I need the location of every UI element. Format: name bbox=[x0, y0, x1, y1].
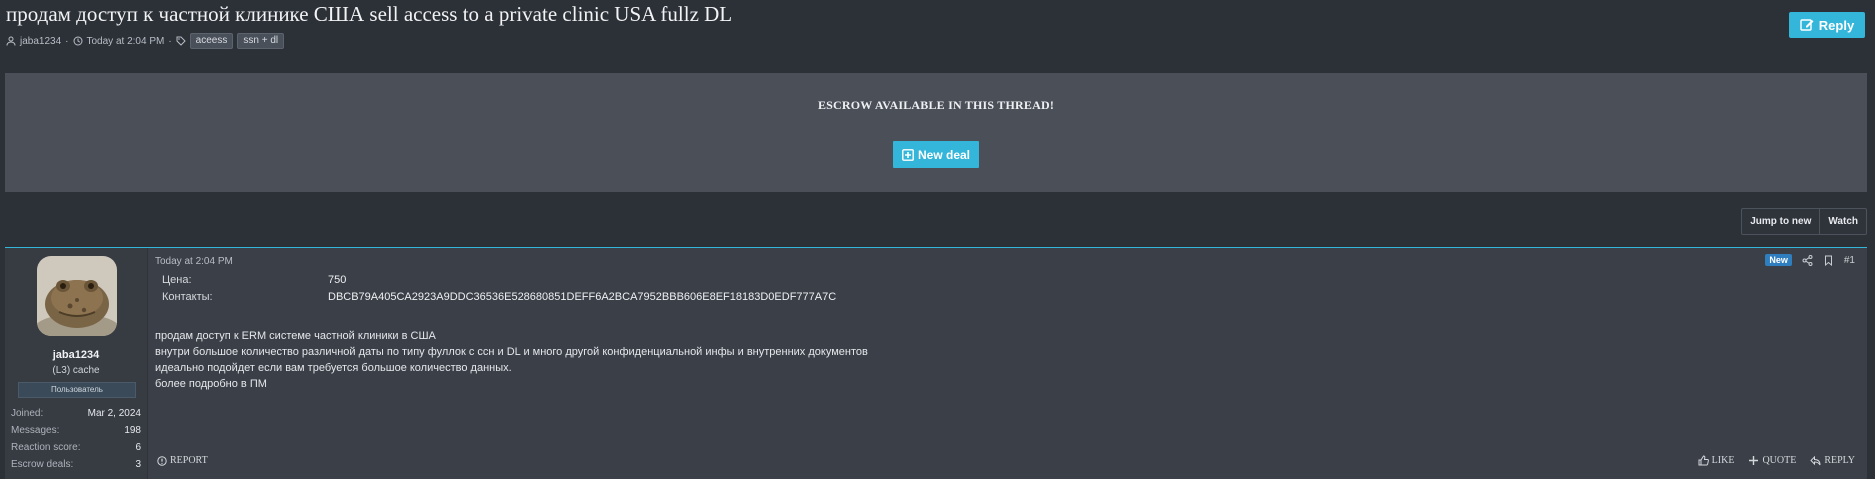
post-body-line: более подробно в ПМ bbox=[155, 378, 267, 390]
jump-to-new-button[interactable]: Jump to new bbox=[1742, 209, 1819, 234]
stat-messages: Messages: 198 bbox=[11, 425, 141, 442]
user-title: (L3) cache bbox=[52, 365, 100, 376]
alert-circle-icon bbox=[157, 455, 167, 466]
new-badge: New bbox=[1765, 254, 1792, 266]
post-bottom-actions: LIKE QUOTE REPLY bbox=[1698, 455, 1855, 466]
watch-button[interactable]: Watch bbox=[1819, 209, 1866, 234]
plus-square-icon bbox=[902, 148, 914, 161]
stat-label: Escrow deals: bbox=[11, 459, 74, 470]
like-button[interactable]: LIKE bbox=[1698, 455, 1735, 466]
username[interactable]: jaba1234 bbox=[5, 349, 147, 361]
post-number[interactable]: #1 bbox=[1844, 255, 1855, 266]
thumbs-up-icon bbox=[1698, 455, 1709, 466]
post-time[interactable]: Today at 2:04 PM bbox=[155, 256, 233, 267]
tags-icon bbox=[176, 36, 186, 46]
thread-title: продам доступ к частной клинике США sell… bbox=[6, 2, 733, 26]
stat-joined: Joined: Mar 2, 2024 bbox=[11, 408, 141, 425]
field-label: Контакты: bbox=[162, 291, 213, 303]
post-body-line: внутри большое количество различной даты… bbox=[155, 346, 868, 358]
new-deal-label: New deal bbox=[917, 147, 971, 162]
user-icon bbox=[6, 36, 16, 46]
stat-label: Reaction score: bbox=[11, 442, 81, 453]
field-value: DBCB79A405CA2923A9DDC36536E528680851DEFF… bbox=[328, 291, 837, 303]
post-top-actions: New #1 bbox=[1765, 254, 1855, 266]
thread-meta: jaba1234 · Today at 2:04 PM · aceess ssn… bbox=[6, 33, 285, 49]
user-group-badge: Пользователь bbox=[18, 382, 136, 398]
reply-button[interactable]: Reply bbox=[1789, 12, 1865, 38]
thread-author[interactable]: jaba1234 bbox=[20, 36, 61, 47]
clock-icon bbox=[73, 36, 82, 46]
stat-escrow-deals: Escrow deals: 3 bbox=[11, 459, 141, 476]
field-value: 750 bbox=[328, 274, 347, 286]
meta-separator: · bbox=[65, 35, 69, 47]
stat-reaction-score: Reaction score: 6 bbox=[11, 442, 141, 459]
custom-fields: Цена: 750 Контакты: DBCB79A405CA2923A9DDC3… bbox=[162, 274, 836, 308]
report-label: REPORT bbox=[170, 455, 208, 466]
stat-label: Joined: bbox=[11, 408, 44, 419]
escrow-banner: ESCROW AVAILABLE IN THIS THREAD! New dea… bbox=[5, 73, 1867, 192]
field-price: Цена: 750 bbox=[162, 274, 836, 291]
field-contacts: Контакты: DBCB79A405CA2923A9DDC36536E5286… bbox=[162, 291, 836, 308]
quote-label: QUOTE bbox=[1762, 455, 1797, 466]
stat-value: 6 bbox=[135, 442, 141, 453]
like-label: LIKE bbox=[1711, 455, 1735, 466]
post-body-line: продам доступ к ERM системе частной клин… bbox=[155, 330, 436, 342]
post-body-line: идеально подойдет если вам требуется бол… bbox=[155, 362, 512, 374]
meta-separator: · bbox=[168, 35, 172, 47]
report-button[interactable]: REPORT bbox=[157, 455, 208, 466]
bookmark-icon[interactable] bbox=[1823, 255, 1834, 266]
stat-label: Messages: bbox=[11, 425, 60, 436]
reply-button-label: Reply bbox=[1818, 17, 1855, 33]
tag-item[interactable]: ssn + dl bbox=[237, 33, 285, 49]
thread-time: Today at 2:04 PM bbox=[86, 35, 165, 47]
user-sidebar: jaba1234 (L3) cache Пользователь Joined:… bbox=[5, 248, 148, 479]
post-body: продам доступ к ERM системе частной клин… bbox=[155, 328, 868, 392]
thread-controls: Jump to new Watch bbox=[1741, 208, 1867, 235]
post-reply-button[interactable]: REPLY bbox=[1810, 455, 1855, 466]
escrow-text: ESCROW AVAILABLE IN THIS THREAD! bbox=[817, 98, 1055, 112]
post-reply-label: REPLY bbox=[1824, 455, 1855, 466]
toad-avatar-image bbox=[37, 256, 117, 336]
post-content: Today at 2:04 PM New #1 Цена: 750 Контакт… bbox=[155, 248, 1867, 479]
new-deal-button[interactable]: New deal bbox=[893, 141, 979, 168]
plus-icon bbox=[1749, 456, 1759, 465]
field-label: Цена: bbox=[162, 274, 192, 286]
reply-arrow-icon bbox=[1810, 455, 1821, 466]
tag-item[interactable]: aceess bbox=[189, 33, 234, 49]
user-stats: Joined: Mar 2, 2024 Messages: 198 Reaction… bbox=[11, 408, 141, 476]
share-icon[interactable] bbox=[1802, 254, 1813, 266]
stat-value: 3 bbox=[135, 459, 141, 470]
stat-value[interactable]: 198 bbox=[124, 425, 141, 442]
avatar[interactable] bbox=[37, 256, 117, 336]
stat-value: Mar 2, 2024 bbox=[87, 408, 141, 419]
post: jaba1234 (L3) cache Пользователь Joined:… bbox=[5, 247, 1867, 479]
quote-button[interactable]: QUOTE bbox=[1748, 455, 1796, 466]
edit-icon bbox=[1800, 19, 1814, 31]
